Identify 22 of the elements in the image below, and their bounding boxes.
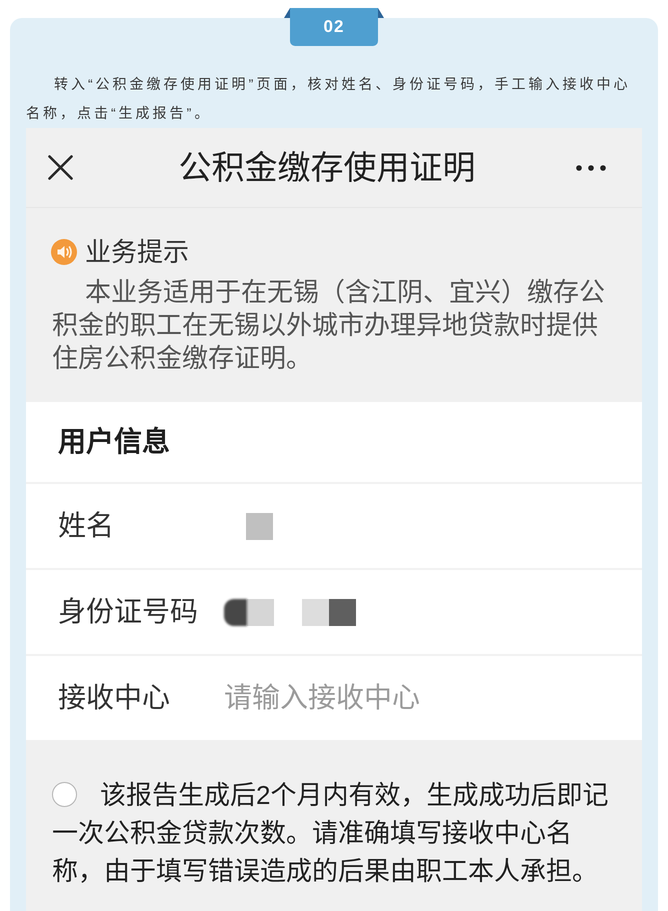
- receiving-center-input[interactable]: 请输入接收中心: [224, 678, 616, 718]
- notice-heading: 业务提示: [85, 236, 189, 269]
- more-button[interactable]: [576, 164, 606, 170]
- step-number-badge: 02: [290, 8, 378, 46]
- ribbon-fold-icon: [284, 8, 290, 18]
- intro-text: 转入“公积金缴存使用证明”页面，核对姓名、身份证号码，手工输入接收中心名称，点击“生成报告”。: [26, 75, 632, 123]
- more-icon: [576, 164, 606, 170]
- close-button[interactable]: [48, 155, 73, 180]
- redaction-mosaic-drawing: [302, 598, 356, 626]
- agreement-option[interactable]: 该报告生成后2个月内有效，生成成功后即记一次公积金贷款次数。请准确填写接收中心名称，由于填写错误造成的后果由职工本人承担。: [52, 776, 616, 890]
- field-label: 身份证号码: [58, 595, 199, 629]
- radio-button[interactable]: [52, 782, 77, 807]
- notice-text: 本业务适用于在无锡（含江阴、宜兴）缴存公积金的职工在无锡以外城市办理异地贷款时提供住房公积金缴存证明。: [51, 276, 606, 375]
- page-title: 公积金缴存使用证明: [178, 148, 476, 188]
- speaker-icon: [51, 239, 77, 265]
- close-icon: [48, 155, 73, 180]
- redaction-block: [246, 512, 273, 540]
- redaction-mosaic-drawing: [224, 598, 274, 626]
- field-label: 接收中心: [58, 681, 171, 715]
- ribbon-fold-icon: [378, 8, 384, 18]
- field-label: 姓名: [58, 509, 115, 543]
- section-heading: 用户信息: [58, 425, 170, 459]
